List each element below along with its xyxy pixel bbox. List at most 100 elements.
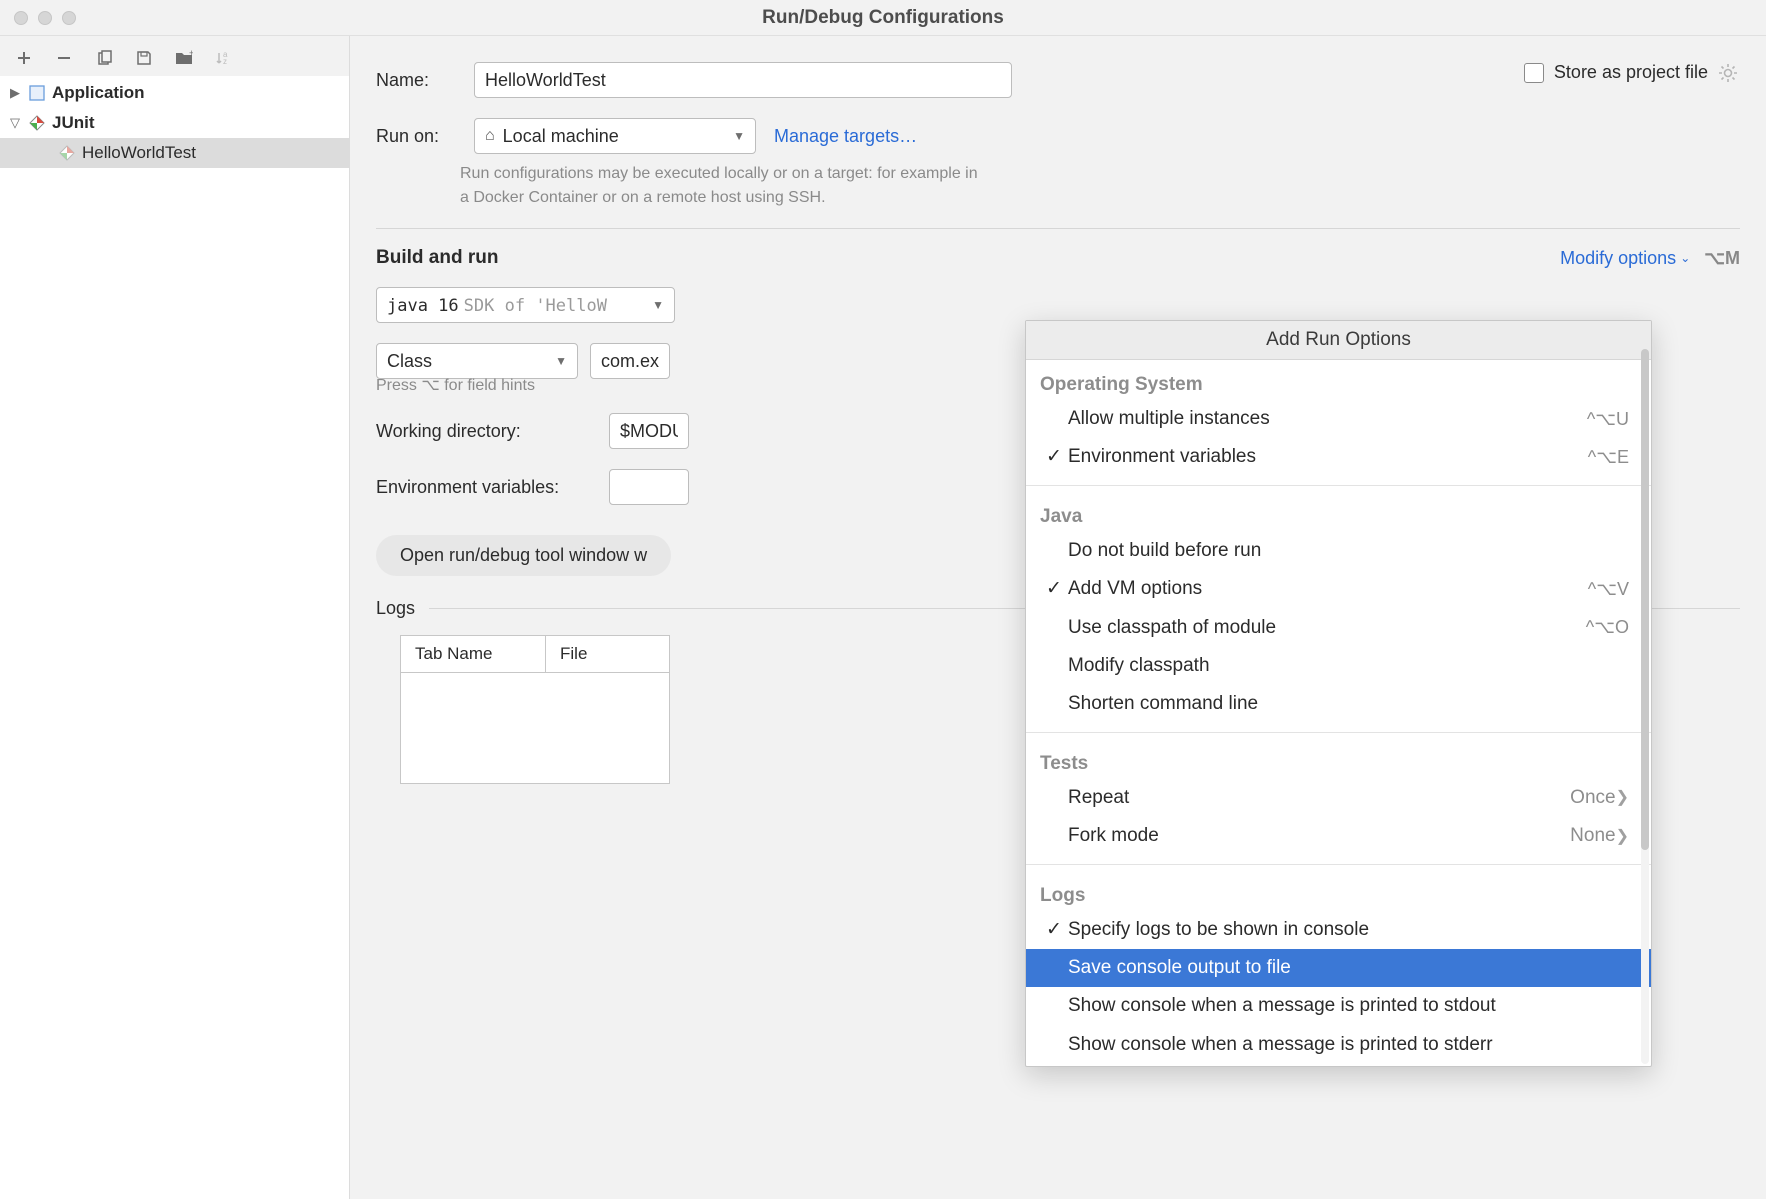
divider	[1026, 864, 1651, 865]
popup-group-title: Java	[1040, 500, 1637, 532]
runon-value: Local machine	[503, 126, 619, 147]
outer-scrollbar[interactable]	[1752, 38, 1766, 1199]
junit-icon	[28, 114, 46, 132]
chevron-right-icon: ❯	[1616, 824, 1629, 850]
popup-group-title: Logs	[1040, 879, 1637, 911]
check-icon: ✓	[1040, 442, 1068, 472]
logs-th-tabname: Tab Name	[401, 636, 546, 673]
chevron-right-icon: ▶	[8, 85, 22, 101]
check-icon: ✓	[1040, 574, 1068, 604]
popup-title: Add Run Options	[1026, 321, 1651, 360]
svg-text:z: z	[223, 57, 227, 66]
popup-group-title: Tests	[1040, 747, 1637, 779]
popup-item[interactable]: ✓Environment variables^⌥E	[1040, 438, 1637, 476]
config-tree: ▶ Application ▽ JUnit HelloWorldTest	[0, 76, 349, 1199]
popup-item[interactable]: ✓Add VM options^⌥V	[1040, 570, 1637, 608]
main-panel: Store as project file Name: Run on: ⌂ Lo…	[350, 36, 1766, 1199]
popup-item[interactable]: Allow multiple instances^⌥U	[1040, 400, 1637, 438]
popup-item[interactable]: Modify classpath	[1040, 647, 1637, 685]
test-kind-value: Class	[387, 351, 432, 372]
divider	[1026, 732, 1651, 733]
scrollbar-thumb[interactable]	[1641, 349, 1649, 850]
tree-node-application[interactable]: ▶ Application	[0, 78, 349, 108]
popup-item-label: Specify logs to be shown in console	[1068, 915, 1629, 945]
sidebar: + az ▶ Application ▽ JUnit HelloWorldTes…	[0, 36, 350, 1199]
tree-label: JUnit	[52, 113, 95, 133]
env-vars-label: Environment variables:	[376, 477, 591, 498]
popup-item-label: Use classpath of module	[1068, 613, 1586, 643]
chevron-right-icon: ❯	[1616, 785, 1629, 811]
popup-item-label: Environment variables	[1068, 442, 1588, 472]
popup-item[interactable]: Shorten command line	[1040, 685, 1637, 723]
sdk-select[interactable]: java 16 SDK of 'HelloW ▼	[376, 287, 675, 323]
modify-options-shortcut: ⌥M	[1704, 248, 1740, 269]
env-vars-input[interactable]	[609, 469, 689, 505]
runon-select[interactable]: ⌂ Local machine ▼	[474, 118, 756, 154]
popup-item-label: Modify classpath	[1068, 651, 1629, 681]
logs-th-file: File	[546, 636, 669, 673]
name-input[interactable]	[474, 62, 1012, 98]
tree-label: Application	[52, 83, 145, 103]
popup-item[interactable]: ✓Specify logs to be shown in console	[1040, 911, 1637, 949]
junit-icon	[58, 144, 76, 162]
folder-icon[interactable]: +	[174, 48, 194, 68]
popup-item-shortcut: ^⌥U	[1587, 405, 1629, 434]
popup-item[interactable]: Show console when a message is printed t…	[1040, 1026, 1637, 1064]
popup-item-label: Shorten command line	[1068, 689, 1629, 719]
test-kind-select[interactable]: Class ▼	[376, 343, 578, 379]
popup-item[interactable]: Show console when a message is printed t…	[1040, 987, 1637, 1025]
chevron-down-icon: ⌄	[1680, 251, 1690, 265]
window-title: Run/Debug Configurations	[0, 7, 1766, 29]
popup-group-title: Operating System	[1040, 368, 1637, 400]
popup-item-shortcut: ^⌥O	[1586, 613, 1629, 642]
chevron-down-icon: ▽	[8, 115, 22, 131]
popup-item-label: Show console when a message is printed t…	[1068, 991, 1629, 1021]
popup-item[interactable]: Do not build before run	[1040, 532, 1637, 570]
tree-node-junit[interactable]: ▽ JUnit	[0, 108, 349, 138]
logs-table: Tab Name File	[400, 635, 670, 784]
add-icon[interactable]	[14, 48, 34, 68]
store-as-project-file[interactable]: Store as project file	[1524, 62, 1738, 83]
popup-item[interactable]: Fork modeNone❯	[1040, 817, 1637, 855]
build-run-heading: Build and run	[376, 247, 498, 269]
check-icon: ✓	[1040, 915, 1068, 945]
popup-item[interactable]: RepeatOnce❯	[1040, 779, 1637, 817]
tree-node-helloworldtest[interactable]: HelloWorldTest	[0, 138, 349, 168]
svg-text:+: +	[189, 50, 193, 58]
name-label: Name:	[376, 70, 456, 91]
popup-item-sublabel: Once	[1570, 783, 1615, 813]
copy-icon[interactable]	[94, 48, 114, 68]
manage-targets-link[interactable]: Manage targets…	[774, 126, 917, 147]
open-tool-window-chip[interactable]: Open run/debug tool window w	[376, 535, 671, 576]
working-directory-label: Working directory:	[376, 421, 591, 442]
sdk-hint: SDK of 'HelloW	[464, 296, 607, 316]
sort-icon[interactable]: az	[214, 48, 234, 68]
working-directory-input[interactable]	[609, 413, 689, 449]
remove-icon[interactable]	[54, 48, 74, 68]
divider	[1026, 485, 1651, 486]
modify-options-link[interactable]: Modify options ⌄	[1560, 248, 1690, 269]
popup-item-label: Fork mode	[1068, 821, 1560, 851]
store-label: Store as project file	[1554, 62, 1708, 83]
popup-item-label: Show console when a message is printed t…	[1068, 1030, 1629, 1060]
home-icon: ⌂	[485, 127, 495, 145]
runon-label: Run on:	[376, 126, 456, 147]
popup-item[interactable]: Save console output to file	[1026, 949, 1651, 987]
popup-item[interactable]: Use classpath of module^⌥O	[1040, 609, 1637, 647]
scrollbar[interactable]	[1641, 349, 1649, 1064]
sdk-name: java 16	[387, 296, 459, 316]
popup-item-label: Allow multiple instances	[1068, 404, 1587, 434]
logs-heading: Logs	[376, 598, 415, 619]
tree-label: HelloWorldTest	[82, 143, 196, 163]
sidebar-toolbar: + az	[0, 36, 349, 76]
save-icon[interactable]	[134, 48, 154, 68]
popup-item-label: Save console output to file	[1068, 953, 1637, 983]
application-icon	[28, 84, 46, 102]
popup-item-label: Add VM options	[1068, 574, 1588, 604]
class-input[interactable]	[590, 343, 670, 379]
checkbox[interactable]	[1524, 63, 1544, 83]
popup-item-shortcut: ^⌥V	[1588, 575, 1629, 604]
gear-icon[interactable]	[1718, 63, 1738, 83]
popup-item-label: Do not build before run	[1068, 536, 1629, 566]
runon-helper: Run configurations may be executed local…	[460, 162, 980, 210]
